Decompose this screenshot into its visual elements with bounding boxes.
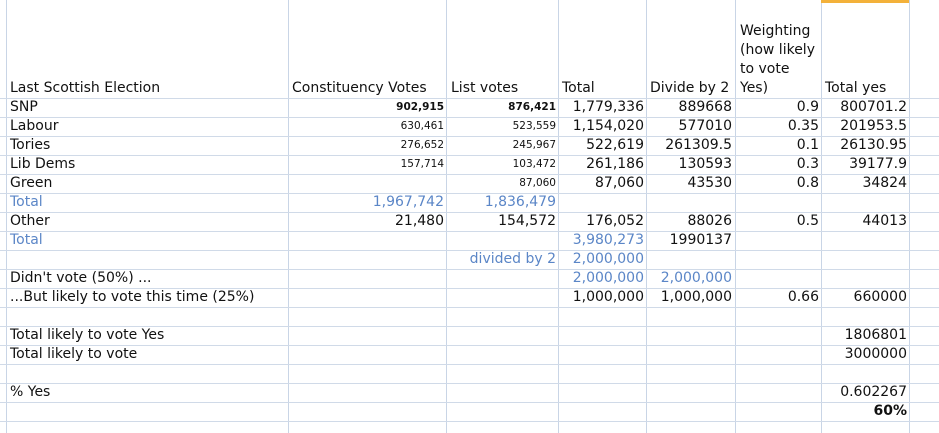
weighting-cell[interactable]: 0.1 — [737, 136, 819, 155]
list-votes-cell[interactable]: 876,421 — [450, 98, 556, 117]
party-name-cell[interactable]: Tories — [10, 136, 50, 155]
total-cell[interactable]: 87,060 — [560, 174, 644, 193]
weighting-cell[interactable]: 0.5 — [737, 212, 819, 231]
weighting-cell[interactable]: 0.8 — [737, 174, 819, 193]
total-cell[interactable]: 261,186 — [560, 155, 644, 174]
list-votes-cell[interactable]: 523,559 — [450, 117, 556, 136]
total-cell[interactable]: 1,154,020 — [560, 117, 644, 136]
weighting-cell[interactable]: 0.9 — [737, 98, 819, 117]
divide-cell[interactable]: 1,000,000 — [648, 288, 732, 307]
divide-cell[interactable]: 577010 — [648, 117, 732, 136]
likely-yes-label-cell[interactable]: Total likely to vote Yes — [10, 326, 164, 345]
list-votes-cell[interactable]: 103,472 — [450, 155, 556, 174]
header-divide-cell[interactable]: Divide by 2 — [650, 79, 729, 98]
divide-cell[interactable]: 1990137 — [648, 231, 732, 250]
divide-cell[interactable]: 889668 — [648, 98, 732, 117]
gridline — [0, 345, 939, 346]
total-yes-cell[interactable]: 34824 — [823, 174, 907, 193]
gridline — [735, 0, 736, 433]
header-constituency-cell[interactable]: Constituency Votes — [292, 79, 427, 98]
list-votes-cell[interactable]: 245,967 — [450, 136, 556, 155]
weighting-cell[interactable]: 0.3 — [737, 155, 819, 174]
didnt-vote-label-cell[interactable]: Didn't vote (50%) ... — [10, 269, 151, 288]
total-label-cell[interactable]: Total — [10, 231, 43, 250]
spreadsheet-grid[interactable]: Last Scottish Election Constituency Vote… — [0, 0, 939, 433]
constituency-total-cell[interactable]: 1,967,742 — [292, 193, 444, 212]
header-election-cell[interactable]: Last Scottish Election — [10, 79, 160, 98]
total-yes-cell[interactable]: 26130.95 — [823, 136, 907, 155]
pct-yes-value-cell[interactable]: 0.602267 — [823, 383, 907, 402]
gridline — [0, 231, 939, 232]
grand-total-cell[interactable]: 3,980,273 — [560, 231, 644, 250]
header-total-yes-cell[interactable]: Total yes — [825, 79, 886, 98]
party-name-cell[interactable]: Other — [10, 212, 50, 231]
party-name-cell[interactable]: Lib Dems — [10, 155, 75, 174]
likely-this-time-label-cell[interactable]: ...But likely to vote this time (25%) — [10, 288, 254, 307]
total-label-cell[interactable]: Total — [10, 193, 43, 212]
divide-cell[interactable]: 43530 — [648, 174, 732, 193]
total-cell[interactable]: 176,052 — [560, 212, 644, 231]
gridline — [0, 364, 939, 365]
gridline — [821, 0, 822, 433]
gridline — [288, 0, 289, 433]
total-cell[interactable]: 2,000,000 — [560, 269, 644, 288]
constituency-votes-cell[interactable]: 21,480 — [292, 212, 444, 231]
weighting-cell[interactable]: 0.66 — [737, 288, 819, 307]
divided-by-2-label-cell[interactable]: divided by 2 — [450, 250, 556, 269]
total-yes-cell[interactable]: 800701.2 — [823, 98, 907, 117]
gridline — [446, 0, 447, 433]
gridline — [0, 307, 939, 308]
gridline — [646, 0, 647, 433]
gridline — [0, 402, 939, 403]
header-total-cell[interactable]: Total — [562, 79, 595, 98]
divide-cell[interactable]: 261309.5 — [648, 136, 732, 155]
list-total-cell[interactable]: 1,836,479 — [450, 193, 556, 212]
total-cell[interactable]: 522,619 — [560, 136, 644, 155]
list-votes-cell[interactable]: 87,060 — [450, 174, 556, 193]
divided-total-cell[interactable]: 2,000,000 — [560, 250, 644, 269]
gridline — [909, 0, 910, 433]
likely-yes-value-cell[interactable]: 1806801 — [823, 326, 907, 345]
gridline — [0, 383, 939, 384]
total-cell[interactable]: 1,000,000 — [560, 288, 644, 307]
divide-cell[interactable]: 2,000,000 — [648, 269, 732, 288]
divide-cell[interactable]: 130593 — [648, 155, 732, 174]
total-yes-cell[interactable]: 44013 — [823, 212, 907, 231]
constituency-votes-cell[interactable]: 276,652 — [292, 136, 444, 155]
party-name-cell[interactable]: Green — [10, 174, 52, 193]
header-weighting-cell[interactable]: Weighting (how likely to vote Yes) — [740, 22, 820, 98]
header-list-votes-cell[interactable]: List votes — [451, 79, 518, 98]
constituency-votes-cell[interactable]: 630,461 — [292, 117, 444, 136]
gridline — [0, 421, 939, 422]
divide-cell[interactable]: 88026 — [648, 212, 732, 231]
total-cell[interactable]: 1,779,336 — [560, 98, 644, 117]
party-name-cell[interactable]: SNP — [10, 98, 38, 117]
likely-vote-label-cell[interactable]: Total likely to vote — [10, 345, 137, 364]
constituency-votes-cell[interactable]: 902,915 — [292, 98, 444, 117]
likely-vote-value-cell[interactable]: 3000000 — [823, 345, 907, 364]
gridline — [6, 0, 7, 433]
party-name-cell[interactable]: Labour — [10, 117, 58, 136]
pct-yes-rounded-cell[interactable]: 60% — [823, 402, 907, 421]
pct-yes-label-cell[interactable]: % Yes — [10, 383, 50, 402]
constituency-votes-cell[interactable]: 157,714 — [292, 155, 444, 174]
total-yes-cell[interactable]: 660000 — [823, 288, 907, 307]
weighting-cell[interactable]: 0.35 — [737, 117, 819, 136]
list-votes-cell[interactable]: 154,572 — [450, 212, 556, 231]
selected-cell-indicator — [821, 0, 909, 3]
gridline — [558, 0, 559, 433]
total-yes-cell[interactable]: 201953.5 — [823, 117, 907, 136]
total-yes-cell[interactable]: 39177.9 — [823, 155, 907, 174]
